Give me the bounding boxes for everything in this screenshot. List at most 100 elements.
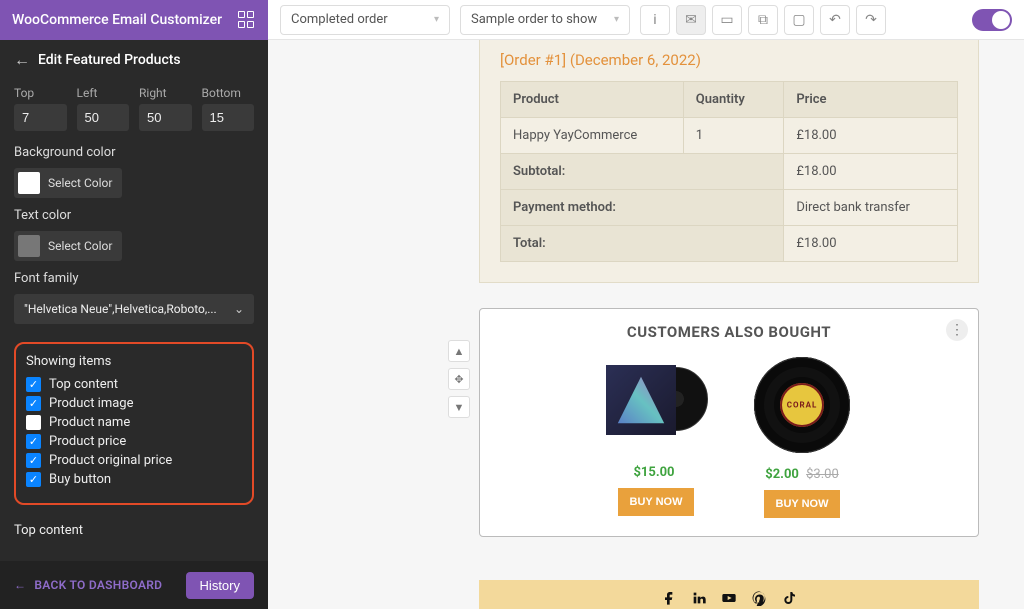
sidebar-scroll[interactable]: Top Left Right Bottom Background color (0, 80, 268, 561)
spacing-inputs: Top Left Right Bottom (14, 86, 254, 131)
back-to-dashboard-button[interactable]: ← BACK TO DASHBOARD (14, 578, 162, 592)
showing-item-product-price[interactable]: ✓ Product price (26, 434, 242, 449)
table-row: Happy YayCommerce 1 £18.00 (501, 118, 958, 154)
font-family-label: Font family (14, 271, 254, 286)
price-row: $15.00 (601, 465, 711, 480)
text-color-button-text: Select Color (48, 239, 112, 253)
email-paper: [Order #1] (December 6, 2022) Product Qu… (479, 40, 979, 283)
youtube-icon[interactable] (721, 590, 737, 609)
back-arrow-icon: ← (14, 578, 26, 592)
email-type-value: Completed order (291, 12, 388, 27)
bg-color-label: Background color (14, 145, 254, 160)
email-type-select[interactable]: Completed order ▾ (280, 5, 450, 35)
sidebar-footer: ← BACK TO DASHBOARD History (0, 561, 268, 609)
text-color-select[interactable]: Select Color (14, 231, 122, 261)
block-more-icon[interactable]: ⋮ (946, 319, 968, 341)
move-up-icon[interactable]: ▲ (448, 340, 470, 362)
code-icon[interactable]: ▢ (784, 5, 814, 35)
showing-item-label: Buy button (49, 472, 111, 487)
order-cell-product: Happy YayCommerce (501, 118, 684, 154)
sample-order-select[interactable]: Sample order to show ▾ (460, 5, 630, 35)
spacing-bottom-label: Bottom (202, 86, 255, 100)
product-image (752, 357, 852, 457)
spacing-right-input[interactable] (139, 104, 192, 131)
header-controls: Completed order ▾ Sample order to show ▾… (268, 5, 1024, 35)
templates-grid-icon[interactable] (238, 11, 256, 29)
linkedin-icon[interactable] (691, 590, 707, 609)
order-table: Product Quantity Price Happy YayCommerce… (500, 81, 958, 262)
checkbox-icon: ✓ (26, 377, 41, 392)
copy-icon[interactable]: ⧉ (748, 5, 778, 35)
back-to-dashboard-label: BACK TO DASHBOARD (34, 578, 162, 592)
mail-icon[interactable]: ✉ (676, 5, 706, 35)
showing-item-label: Product price (49, 434, 126, 449)
font-family-value: "Helvetica Neue",Helvetica,Roboto,... (24, 302, 217, 316)
top-content-section-label: Top content (14, 523, 254, 538)
font-family-select[interactable]: "Helvetica Neue",Helvetica,Roboto,... ⌄ (14, 294, 254, 324)
sidebar-title: Edit Featured Products (38, 52, 181, 68)
checkbox-icon: ✓ (26, 396, 41, 411)
product-card: $15.00 BUY NOW (601, 355, 711, 518)
facebook-icon[interactable] (661, 590, 677, 609)
showing-item-buy-button[interactable]: ✓ Buy button (26, 472, 242, 487)
price-row: $2.00 $3.00 (747, 467, 857, 482)
showing-item-label: Product original price (49, 453, 172, 468)
product-image (606, 355, 706, 455)
table-row: Payment method: Direct bank transfer (501, 190, 958, 226)
table-row: Subtotal: £18.00 (501, 154, 958, 190)
showing-items-label: Showing items (26, 354, 242, 369)
bg-color-swatch (18, 172, 40, 194)
checkbox-icon: ✓ (26, 415, 41, 430)
spacing-top-input[interactable] (14, 104, 67, 131)
product-price: $2.00 (765, 467, 799, 482)
checkbox-icon: ✓ (26, 434, 41, 449)
products-row: $15.00 BUY NOW $2.00 $3.00 BUY NOW (490, 355, 968, 518)
order-th-quantity: Quantity (683, 82, 784, 118)
featured-products-block[interactable]: ⋮ CUSTOMERS ALSO BOUGHT $15.00 BUY NOW (479, 308, 979, 537)
showing-item-product-name[interactable]: ✓ Product name (26, 415, 242, 430)
product-price: $15.00 (633, 465, 674, 480)
sample-order-value: Sample order to show (471, 12, 597, 27)
showing-item-top-content[interactable]: ✓ Top content (26, 377, 242, 392)
block-side-controls: ▲ ✥ ▼ (448, 340, 470, 418)
spacing-bottom-input[interactable] (202, 104, 255, 131)
tiktok-icon[interactable] (781, 590, 797, 609)
info-icon[interactable]: i (640, 5, 670, 35)
email-order-block[interactable]: [Order #1] (December 6, 2022) Product Qu… (479, 40, 979, 283)
buy-button[interactable]: BUY NOW (618, 488, 695, 516)
text-color-label: Text color (14, 208, 254, 223)
enable-toggle[interactable] (972, 9, 1012, 31)
back-arrow-icon[interactable]: ← (14, 50, 30, 70)
showing-item-label: Top content (49, 377, 118, 392)
brand-title: WooCommerce Email Customizer (12, 12, 222, 28)
checkbox-icon: ✓ (26, 453, 41, 468)
showing-item-product-original-price[interactable]: ✓ Product original price (26, 453, 242, 468)
redo-icon[interactable]: ↷ (856, 5, 886, 35)
preview-pane: ▲ ✥ ▼ [Order #1] (December 6, 2022) Prod… (268, 40, 1024, 609)
order-summary-label: Payment method: (501, 190, 784, 226)
order-cell-price: £18.00 (784, 118, 958, 154)
order-title-link[interactable]: [Order #1] (December 6, 2022) (500, 51, 958, 69)
sidebar-header: ← Edit Featured Products (0, 40, 268, 80)
bg-color-select[interactable]: Select Color (14, 168, 122, 198)
move-down-icon[interactable]: ▼ (448, 396, 470, 418)
order-summary-value: £18.00 (784, 226, 958, 262)
history-button[interactable]: History (186, 572, 254, 599)
spacing-left-label: Left (77, 86, 130, 100)
product-card: $2.00 $3.00 BUY NOW (747, 355, 857, 518)
drag-handle-icon[interactable]: ✥ (448, 368, 470, 390)
pinterest-icon[interactable] (751, 590, 767, 609)
spacing-right-label: Right (139, 86, 192, 100)
showing-item-product-image[interactable]: ✓ Product image (26, 396, 242, 411)
buy-button[interactable]: BUY NOW (764, 490, 841, 518)
page-icon[interactable]: ▭ (712, 5, 742, 35)
spacing-left-input[interactable] (77, 104, 130, 131)
editor-sidebar: ← Edit Featured Products Top Left Right (0, 40, 268, 609)
chevron-down-icon: ▾ (434, 14, 439, 25)
undo-icon[interactable]: ↶ (820, 5, 850, 35)
showing-items-box: Showing items ✓ Top content ✓ Product im… (14, 342, 254, 505)
order-summary-value: £18.00 (784, 154, 958, 190)
showing-item-label: Product image (49, 396, 134, 411)
order-summary-value: Direct bank transfer (784, 190, 958, 226)
order-th-price: Price (784, 82, 958, 118)
